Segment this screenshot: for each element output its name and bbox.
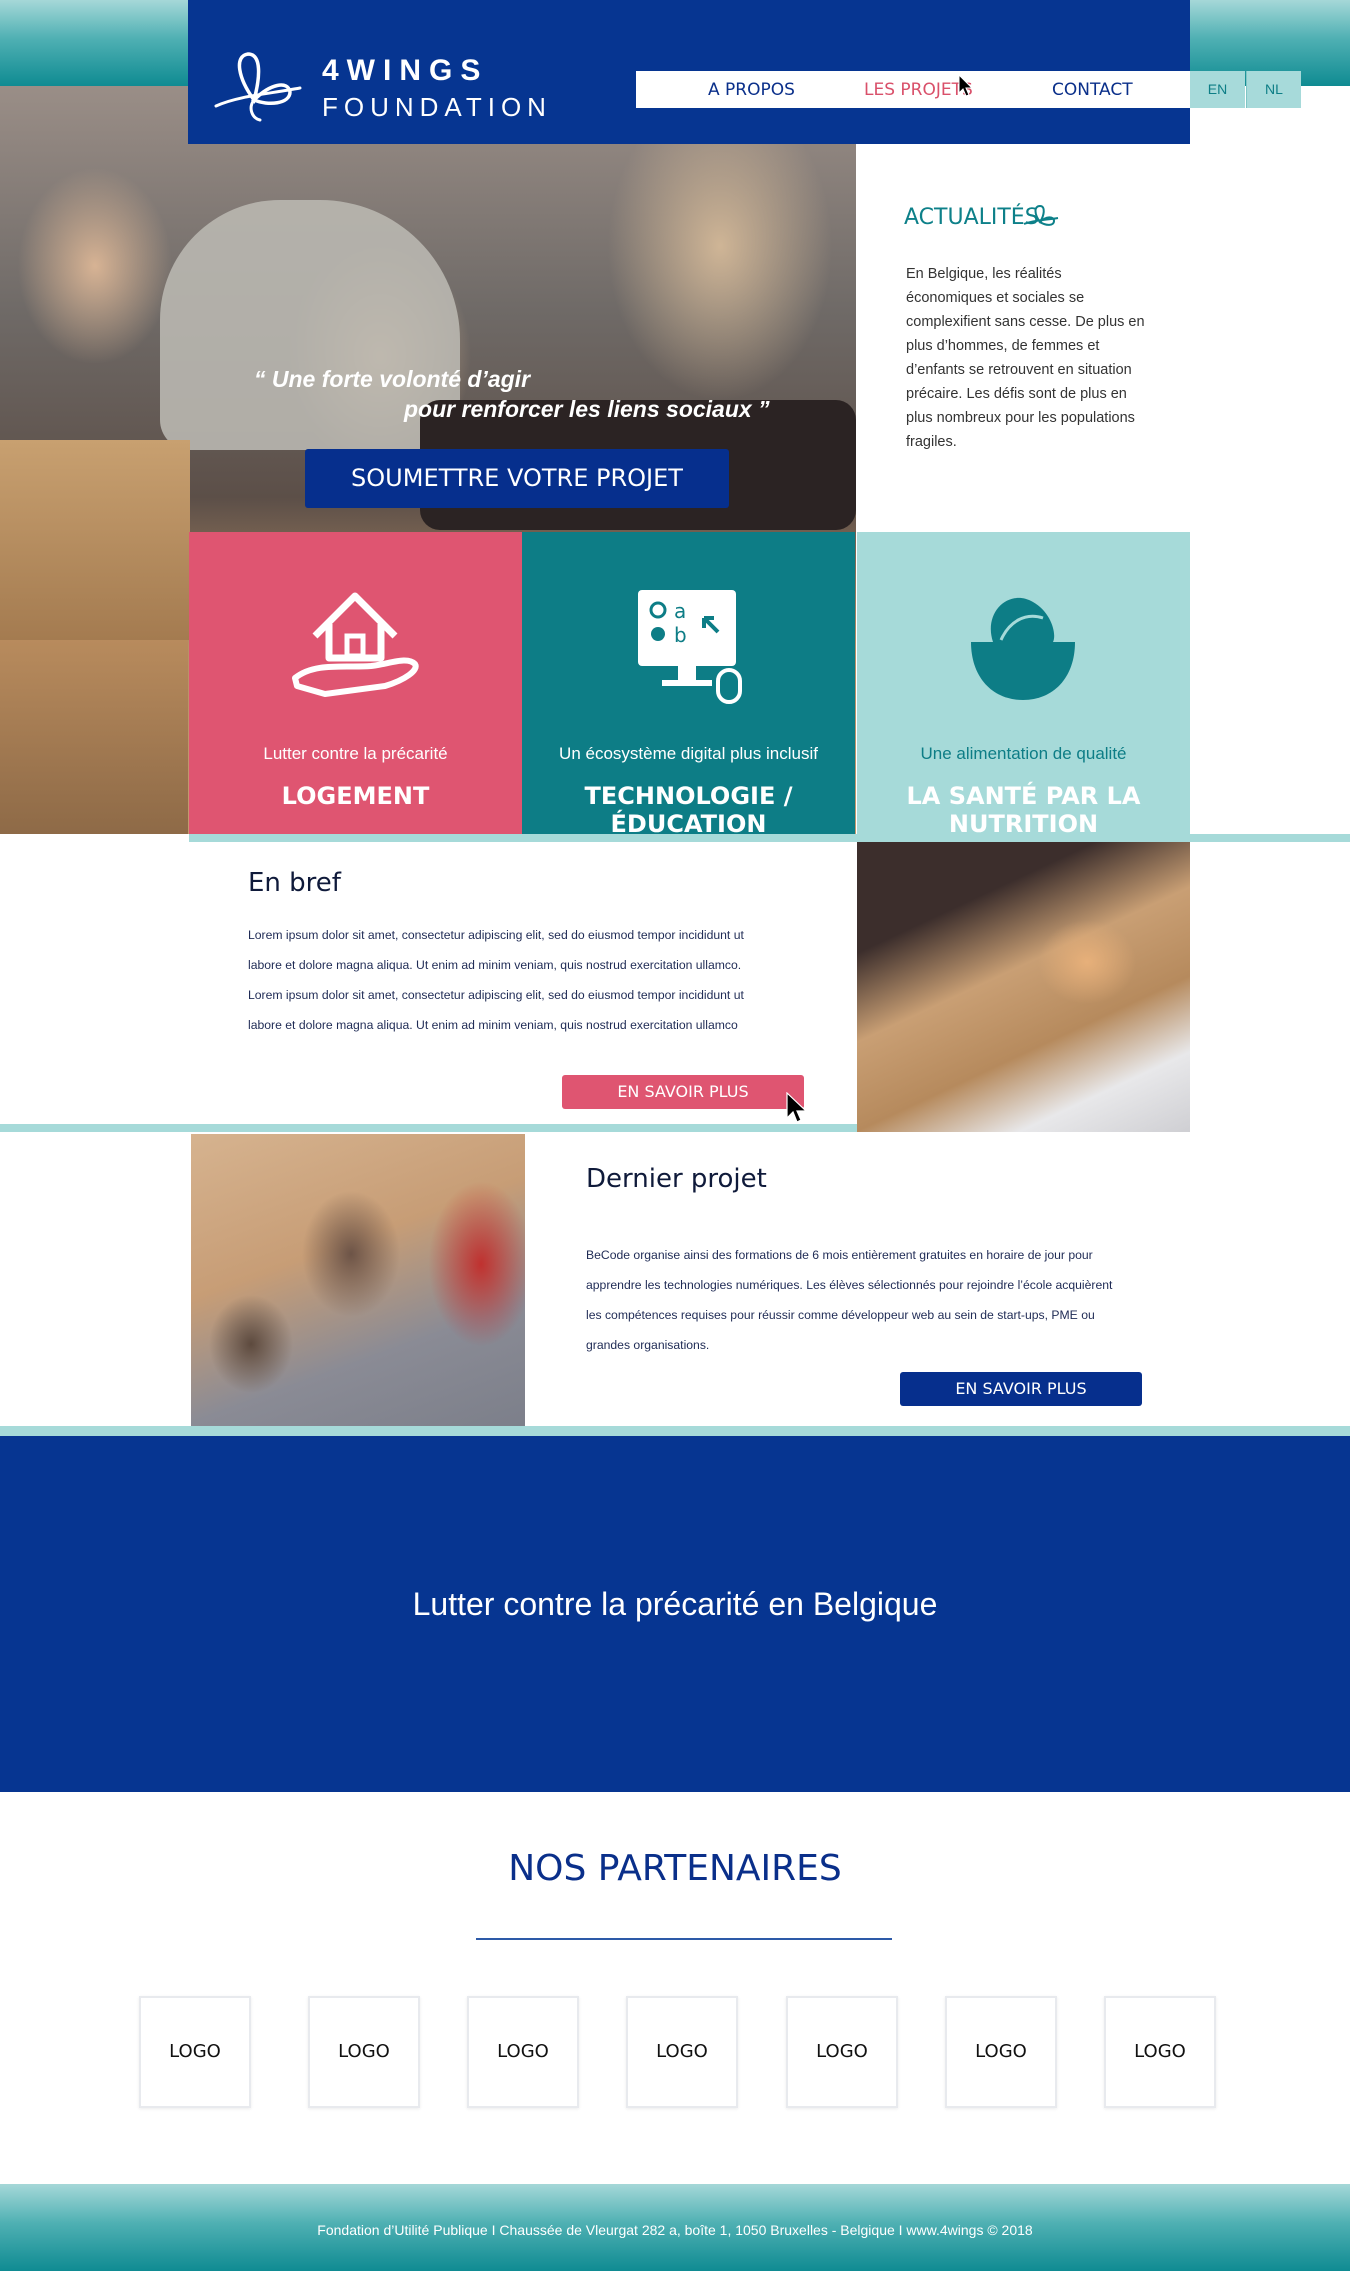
partner-logo[interactable]: LOGO xyxy=(139,1996,251,2108)
partners-title: NOS PARTENAIRES xyxy=(508,1848,842,1889)
project-title: Dernier projet xyxy=(586,1164,767,1194)
nav-item-a-propos[interactable]: A PROPOS xyxy=(708,80,795,100)
footer-text: Fondation d’Utilité Publique I Chaussée … xyxy=(317,2222,1033,2238)
partner-logo[interactable]: LOGO xyxy=(308,1996,420,2108)
partner-logo[interactable]: LOGO xyxy=(786,1996,898,2108)
brand-subtitle: FOUNDATION xyxy=(322,92,552,122)
category-title: LOGEMENT xyxy=(281,782,430,810)
mouse-cursor-icon xyxy=(786,1092,808,1123)
butterfly-logo-icon[interactable] xyxy=(208,48,304,122)
child-in-box-photo xyxy=(857,842,1190,1132)
lang-nl-button[interactable]: NL xyxy=(1246,71,1301,108)
category-caption: Un écosystème digital plus inclusif xyxy=(559,744,818,763)
category-caption: Une alimentation de qualité xyxy=(920,744,1127,763)
category-card-technologie[interactable]: a b Un écosystème digital plus inclusif … xyxy=(522,532,855,838)
partner-logo[interactable]: LOGO xyxy=(1104,1996,1216,2108)
news-text: En Belgique, les réalités économiques et… xyxy=(906,266,1145,450)
news-title: ACTUALITÉS xyxy=(904,205,1039,230)
butterfly-icon xyxy=(1023,204,1059,226)
category-card-nutrition[interactable]: Une alimentation de qualité LA SANTÉ PAR… xyxy=(857,532,1190,838)
divider-band xyxy=(189,834,1350,842)
leaf-bowl-icon xyxy=(971,597,1075,700)
divider-band xyxy=(0,1426,1350,1436)
category-title: LA SANTÉ PAR LA NUTRITION xyxy=(906,782,1141,838)
submit-project-button[interactable]: SOUMETTRE VOTRE PROJET xyxy=(305,449,729,508)
project-read-more-button[interactable]: EN SAVOIR PLUS xyxy=(900,1372,1142,1406)
brief-title: En bref xyxy=(248,868,341,898)
partner-logo[interactable]: LOGO xyxy=(945,1996,1057,2108)
hero-photo-detail xyxy=(0,640,188,834)
brief-read-more-button[interactable]: EN SAVOIR PLUS xyxy=(562,1075,804,1109)
project-text: BeCode organise ainsi des formations de … xyxy=(586,1248,1113,1352)
hero-quote-line1: “ Une forte volonté d’agir xyxy=(254,366,531,392)
brand-name: 4WINGS xyxy=(322,54,489,87)
category-caption: Lutter contre la précarité xyxy=(263,744,448,763)
partner-logo[interactable]: LOGO xyxy=(467,1996,579,2108)
tagline-text: Lutter contre la précarité en Belgique xyxy=(412,1586,938,1622)
category-title: TECHNOLOGIE / ÉDUCATION xyxy=(584,782,793,838)
house-in-hand-icon xyxy=(292,592,419,697)
category-card-logement[interactable]: Lutter contre la précarité LOGEMENT xyxy=(189,532,522,834)
nav-item-les-projets[interactable]: LES PROJETS xyxy=(864,80,973,100)
nav-item-contact[interactable]: CONTACT xyxy=(1052,80,1133,100)
mouse-cursor-icon xyxy=(958,74,974,97)
main-nav: A PROPOS LES PROJETS CONTACT xyxy=(636,71,1190,108)
lang-en-button[interactable]: EN xyxy=(1190,71,1245,108)
partner-logo[interactable]: LOGO xyxy=(626,1996,738,2108)
brief-text: Lorem ipsum dolor sit amet, consectetur … xyxy=(248,928,744,1032)
partners-divider xyxy=(476,1938,892,1940)
hero-photo-detail xyxy=(0,440,190,640)
computer-monitor-icon: a b xyxy=(638,590,742,704)
students-photo xyxy=(191,1134,525,1426)
divider-band xyxy=(0,1124,857,1132)
svg-text:b: b xyxy=(674,623,687,647)
hero-quote-line2: pour renforcer les liens sociaux ” xyxy=(404,396,770,422)
svg-text:a: a xyxy=(674,599,686,623)
